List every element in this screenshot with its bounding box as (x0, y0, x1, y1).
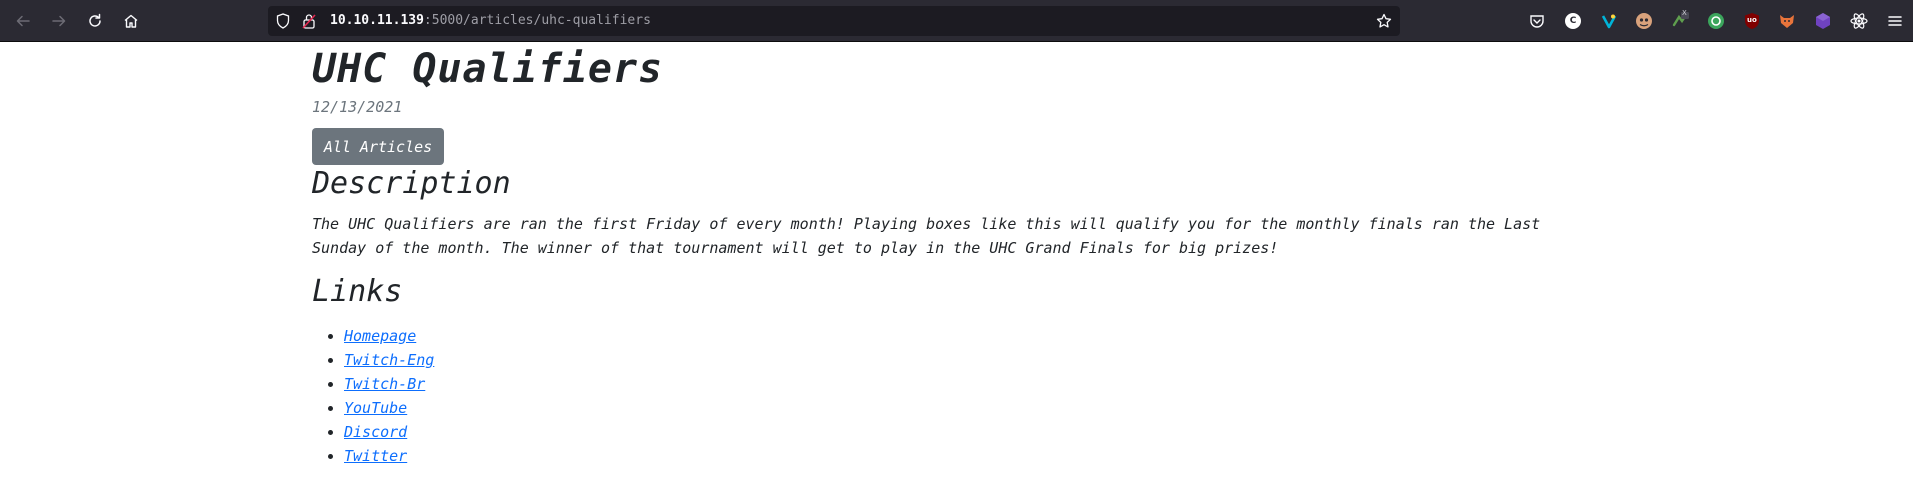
article-title: UHC Qualifiers (312, 46, 664, 92)
url-host: 10.10.11.139 (330, 13, 424, 28)
avatar-extension-icon[interactable] (1634, 11, 1654, 31)
links-list: Homepage Twitch-Eng Twitch-Br YouTube Di… (312, 324, 434, 468)
list-item: Homepage (344, 324, 434, 348)
link-twitch-eng[interactable]: Twitch-Eng (344, 351, 434, 369)
react-devtools-icon[interactable] (1849, 11, 1869, 31)
reload-button[interactable] (84, 10, 106, 32)
links-heading: Links (312, 274, 403, 309)
link-youtube[interactable]: YouTube (344, 399, 407, 417)
forward-button[interactable] (48, 10, 70, 32)
home-icon (124, 14, 138, 28)
foxyproxy-icon[interactable] (1777, 11, 1797, 31)
url-path: :5000/articles/uhc-qualifiers (423, 13, 651, 28)
url-text[interactable]: 10.10.11.139:5000/articles/uhc-qualifier… (330, 13, 651, 28)
link-homepage[interactable]: Homepage (344, 327, 416, 345)
browser-toolbar: 10.10.11.139:5000/articles/uhc-qualifier… (0, 0, 1913, 42)
article-date: 12/13/2021 (312, 98, 403, 116)
x-extension-icon[interactable]: X (1670, 9, 1690, 31)
list-item: Discord (344, 420, 434, 444)
list-item: Twitch-Br (344, 372, 434, 396)
reload-icon (89, 13, 101, 27)
purple-cube-extension-icon[interactable] (1813, 11, 1833, 31)
link-twitter[interactable]: Twitter (344, 447, 407, 465)
arrow-right-icon (52, 15, 66, 27)
description-text: The UHC Qualifiers are ran the first Fri… (312, 215, 1541, 257)
list-item: Twitch-Eng (344, 348, 434, 372)
description-heading: Description (312, 166, 511, 201)
link-twitch-br[interactable]: Twitch-Br (344, 375, 425, 393)
all-articles-button[interactable]: All Articles (312, 128, 444, 165)
app-menu-icon[interactable] (1885, 11, 1905, 31)
v-extension-icon[interactable] (1599, 11, 1619, 31)
tracking-protection-shield-icon[interactable] (274, 13, 292, 29)
home-button[interactable] (120, 10, 142, 32)
insecure-lock-icon[interactable] (300, 13, 318, 29)
back-button[interactable] (12, 10, 34, 32)
green-circle-extension-icon[interactable] (1706, 11, 1726, 31)
pocket-icon[interactable] (1527, 11, 1547, 31)
arrow-left-icon (16, 15, 30, 27)
c-extension-icon[interactable]: C (1563, 11, 1583, 31)
list-item: YouTube (344, 396, 434, 420)
url-bar[interactable]: 10.10.11.139:5000/articles/uhc-qualifier… (268, 6, 1400, 36)
list-item: Twitter (344, 444, 434, 468)
ublock-origin-icon[interactable]: uo (1742, 11, 1762, 31)
bookmark-star-icon[interactable] (1375, 13, 1393, 29)
link-discord[interactable]: Discord (344, 423, 407, 441)
